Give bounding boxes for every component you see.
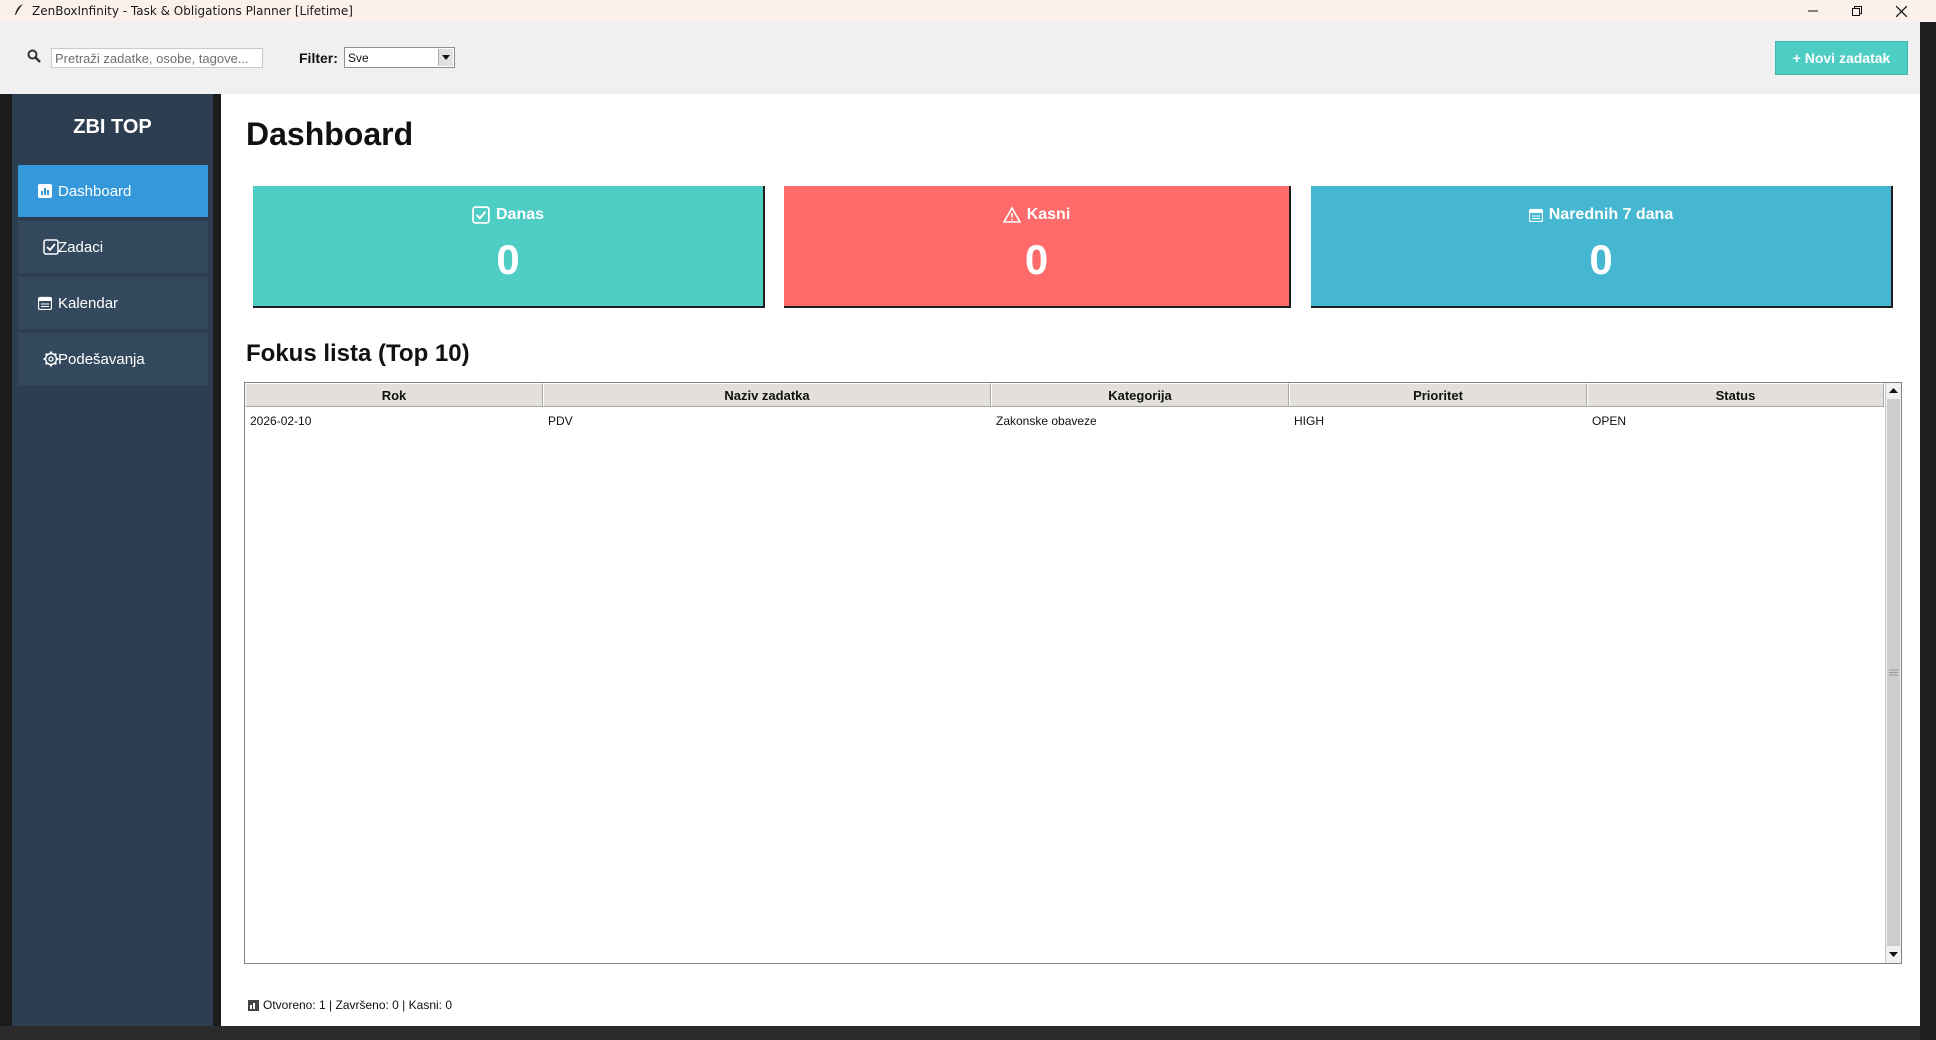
close-icon <box>1895 5 1907 17</box>
cell-naziv: PDV <box>548 414 573 428</box>
table-row[interactable]: 2026-02-10 PDV Zakonske obaveze HIGH OPE… <box>245 409 1884 433</box>
search-input[interactable] <box>51 48 263 68</box>
minimize-icon <box>1808 10 1818 12</box>
sidebar-item-label: Kalendar <box>58 294 119 312</box>
warning-icon <box>1002 207 1021 223</box>
sidebar-item-dashboard[interactable]: Dashboard <box>18 165 208 217</box>
sidebar-item-label: Dashboard <box>58 182 132 200</box>
new-task-button[interactable]: + Novi zadatak <box>1775 41 1908 75</box>
minimize-button[interactable] <box>1790 0 1836 22</box>
card-label: Danas <box>495 206 545 223</box>
close-button[interactable] <box>1878 0 1924 22</box>
search-icon <box>27 49 41 63</box>
focus-list-title: Fokus lista (Top 10) <box>246 340 470 367</box>
chart-icon <box>38 184 52 198</box>
grip-icon <box>1889 669 1898 676</box>
sidebar-item-zadaci[interactable]: Zadaci <box>18 221 208 273</box>
cell-status: OPEN <box>1592 414 1627 428</box>
feather-icon <box>15 4 23 15</box>
card-value: 0 <box>496 236 520 283</box>
column-header-kategorija[interactable]: Kategorija <box>991 383 1289 407</box>
sidebar: ZBI TOP Dashboard Zadaci Kalendar Podeša… <box>12 94 213 1026</box>
sidebar-item-label: Zadaci <box>58 238 104 256</box>
vertical-scrollbar[interactable] <box>1885 383 1901 963</box>
card-label: Kasni <box>1026 206 1071 223</box>
cell-kategorija: Zakonske obaveze <box>996 414 1097 428</box>
sidebar-item-label: Podešavanja <box>58 350 145 368</box>
table-header: Rok Naziv zadatka Kategorija Prioritet S… <box>245 383 1884 408</box>
calendar-icon <box>1528 208 1543 222</box>
card-kasni: Kasni 0 <box>784 186 1291 308</box>
card-danas: Danas 0 <box>253 186 765 308</box>
checkbox-icon <box>43 239 59 255</box>
sidebar-item-kalendar[interactable]: Kalendar <box>18 277 208 329</box>
status-bar: Otvoreno: 1 | Završeno: 0 | Kasni: 0 <box>248 998 452 1012</box>
column-header-status[interactable]: Status <box>1587 383 1884 407</box>
checkbox-icon <box>472 206 490 224</box>
column-header-rok[interactable]: Rok <box>245 383 543 407</box>
arrow-up-icon <box>1889 388 1898 393</box>
card-narednih-7-dana: Narednih 7 dana 0 <box>1311 186 1893 308</box>
page-title: Dashboard <box>246 116 414 152</box>
taskbar-edge <box>0 1026 1920 1040</box>
scroll-up-button[interactable] <box>1886 383 1901 398</box>
main-content: Dashboard Danas 0 Kasni 0 Narednih 7 dan… <box>221 94 1920 1026</box>
app-logo: ZBI TOP <box>73 116 152 138</box>
focus-table: Rok Naziv zadatka Kategorija Prioritet S… <box>244 382 1902 964</box>
scroll-down-button[interactable] <box>1886 947 1901 962</box>
window-title: ZenBoxInfinity - Task & Obligations Plan… <box>32 4 353 18</box>
filter-select[interactable]: Sve <box>344 47 455 68</box>
restore-icon <box>1852 6 1862 16</box>
arrow-down-icon <box>1889 952 1898 957</box>
restore-button[interactable] <box>1834 0 1880 22</box>
sidebar-item-podesavanja[interactable]: Podešavanja <box>18 333 208 385</box>
cell-rok: 2026-02-10 <box>250 414 312 428</box>
dropdown-button[interactable] <box>438 49 453 66</box>
card-label: Narednih 7 dana <box>1548 206 1674 223</box>
window-titlebar: ZenBoxInfinity - Task & Obligations Plan… <box>0 0 1936 22</box>
window-frame-edge <box>1920 22 1936 1040</box>
status-text: Otvoreno: 1 | Završeno: 0 | Kasni: 0 <box>263 998 452 1012</box>
filter-select-value: Sve <box>348 51 369 65</box>
calendar-icon <box>38 296 52 310</box>
chart-icon <box>248 999 259 1011</box>
cell-prioritet: HIGH <box>1294 414 1324 428</box>
toolbar: Filter: Sve + Novi zadatak <box>0 22 1920 94</box>
card-value: 0 <box>1024 236 1049 283</box>
card-value: 0 <box>1589 236 1613 283</box>
column-header-naziv[interactable]: Naziv zadatka <box>543 383 991 407</box>
filter-label: Filter: <box>299 50 338 66</box>
column-header-prioritet[interactable]: Prioritet <box>1289 383 1587 407</box>
gear-icon <box>43 351 59 367</box>
chevron-down-icon <box>442 55 450 60</box>
